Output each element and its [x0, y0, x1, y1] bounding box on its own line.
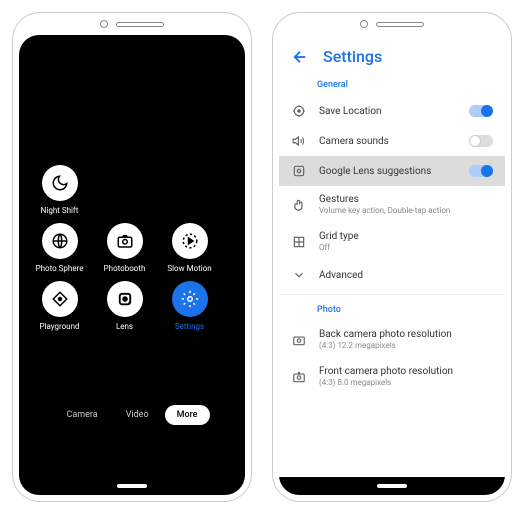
setting-label: Save Location — [319, 106, 457, 117]
page-title: Settings — [323, 47, 382, 66]
front-camera-icon — [292, 370, 306, 384]
setting-label: Grid type — [319, 231, 493, 242]
setting-label: Back camera photo resolution — [319, 329, 493, 340]
setting-grid-type[interactable]: Grid type Off — [279, 223, 505, 260]
playground-icon — [51, 290, 69, 308]
mode-label: Settings — [157, 322, 222, 331]
back-camera-icon — [292, 333, 306, 347]
setting-sublabel: Off — [319, 243, 493, 252]
location-icon — [292, 104, 306, 118]
setting-sublabel: Volume key action, Double-tap action — [319, 206, 493, 215]
divider — [279, 294, 505, 295]
mode-photo-sphere[interactable]: Photo Sphere — [27, 223, 92, 273]
camera-icon — [116, 232, 134, 250]
lens-icon — [292, 164, 306, 178]
setting-lens-suggestions[interactable]: Google Lens suggestions — [279, 156, 505, 186]
toggle-lens-suggestions[interactable] — [469, 165, 493, 177]
camera-screen: Night Shift Photo Sphere Photobooth — [19, 35, 245, 495]
phone-camera: Night Shift Photo Sphere Photobooth — [12, 12, 252, 502]
gear-icon — [181, 290, 199, 308]
sound-icon — [292, 134, 306, 148]
sphere-icon — [51, 232, 69, 250]
toggle-save-location[interactable] — [469, 105, 493, 117]
tab-camera[interactable]: Camera — [54, 405, 109, 425]
setting-sublabel: (4:3) 8.0 megapixels — [319, 378, 493, 387]
tab-video[interactable]: Video — [114, 405, 161, 425]
setting-sublabel: (4:3) 12.2 megapixels — [319, 341, 493, 350]
setting-advanced[interactable]: Advanced — [279, 260, 505, 290]
mode-photobooth[interactable]: Photobooth — [92, 223, 157, 273]
tab-more[interactable]: More — [165, 405, 210, 425]
mode-lens[interactable]: Lens — [92, 281, 157, 331]
camera-modes-grid: Night Shift Photo Sphere Photobooth — [27, 165, 237, 339]
mode-playground[interactable]: Playground — [27, 281, 92, 331]
setting-back-resolution[interactable]: Back camera photo resolution (4:3) 12.2 … — [279, 321, 505, 358]
section-photo: Photo — [279, 299, 505, 321]
notch — [13, 13, 251, 35]
setting-label: Front camera photo resolution — [319, 366, 493, 377]
setting-label: Gestures — [319, 194, 493, 205]
setting-camera-sounds[interactable]: Camera sounds — [279, 126, 505, 156]
lens-icon — [116, 290, 134, 308]
phone-settings: Settings General Save Location Camera so… — [272, 12, 512, 502]
grid-icon — [292, 235, 306, 249]
home-indicator[interactable] — [117, 484, 147, 488]
mode-label: Night Shift — [27, 206, 92, 215]
setting-label: Camera sounds — [319, 136, 457, 147]
home-footer — [279, 477, 505, 495]
settings-screen: Settings General Save Location Camera so… — [279, 35, 505, 495]
chevron-down-icon — [292, 268, 306, 282]
setting-front-resolution[interactable]: Front camera photo resolution (4:3) 8.0 … — [279, 358, 505, 395]
home-indicator[interactable] — [377, 484, 407, 488]
mode-label: Slow Motion — [157, 264, 222, 273]
setting-label: Google Lens suggestions — [319, 166, 457, 177]
setting-gestures[interactable]: Gestures Volume key action, Double-tap a… — [279, 186, 505, 223]
mode-label: Lens — [92, 322, 157, 331]
mode-slow-motion[interactable]: Slow Motion — [157, 223, 222, 273]
toggle-camera-sounds[interactable] — [469, 135, 493, 147]
slowmo-icon — [181, 232, 199, 250]
setting-label: Advanced — [319, 270, 493, 281]
mode-night-shift[interactable]: Night Shift — [27, 165, 92, 215]
gesture-icon — [292, 198, 306, 212]
mode-label: Playground — [27, 322, 92, 331]
mode-settings[interactable]: Settings — [157, 281, 222, 331]
moon-icon — [51, 174, 69, 192]
mode-label: Photo Sphere — [27, 264, 92, 273]
camera-tabs: Camera Video More — [19, 405, 245, 425]
settings-header: Settings — [279, 35, 505, 74]
back-arrow-icon[interactable] — [291, 48, 309, 66]
notch — [273, 13, 511, 35]
mode-label: Photobooth — [92, 264, 157, 273]
setting-save-location[interactable]: Save Location — [279, 96, 505, 126]
section-general: General — [279, 74, 505, 96]
